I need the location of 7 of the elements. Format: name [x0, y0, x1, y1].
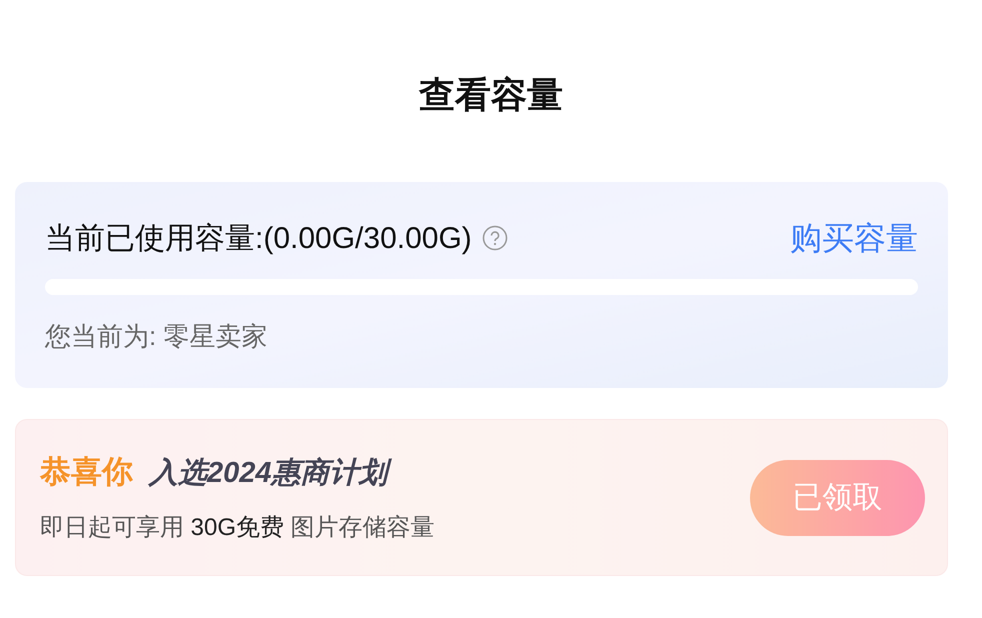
seller-type-text: 您当前为: 零星卖家: [45, 320, 268, 353]
promo-description: 即日起可享用 30G免费 图片存储容量: [40, 512, 435, 543]
promo-highlight: 恭喜你: [40, 453, 133, 492]
buy-capacity-link[interactable]: 购买容量: [790, 214, 918, 262]
usage-label: 当前已使用容量:(0.00G/30.00G): [45, 220, 472, 256]
help-icon[interactable]: [482, 225, 508, 251]
dialog-title: 查看容量: [419, 73, 563, 117]
